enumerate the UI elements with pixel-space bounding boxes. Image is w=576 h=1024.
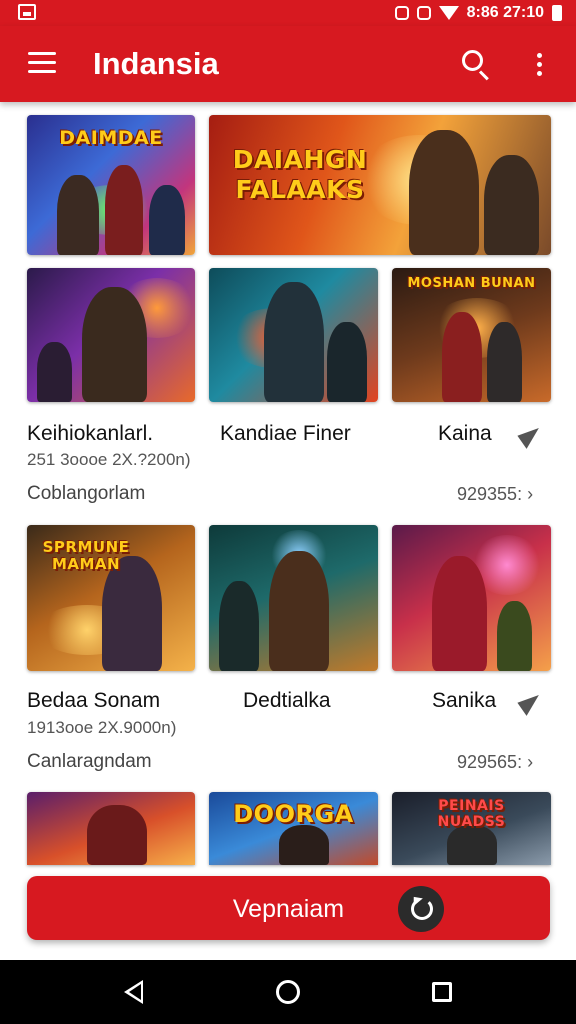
item-title[interactable]: Sanika [432,689,496,713]
item-count[interactable]: 929565: › [457,752,533,773]
status-bar: 8:86 27:10 [0,0,576,26]
item-title[interactable]: Kaina [438,422,492,446]
search-icon[interactable] [462,50,492,81]
tile-logo: DAIMDAE [59,127,163,149]
item-footer: Coblangorlam [27,483,146,504]
game-tile[interactable] [27,268,195,402]
game-tile[interactable] [209,268,378,402]
status-icons: 8:86 27:10 [394,3,562,23]
app-bar: Indansia [0,26,576,102]
chevron-right-icon: › [527,752,534,772]
count-value: 929355: [457,484,523,504]
game-tile[interactable]: MOSHAN BUNAN [392,268,551,402]
recents-icon[interactable] [432,982,452,1002]
game-tile[interactable]: DOORGA [209,792,378,865]
menu-icon[interactable] [28,52,56,74]
share-icon[interactable] [518,689,544,711]
tile-logo: SPRMUNE MAMAN [42,538,130,573]
item-meta: 1913ooe 2X.9000n) [27,718,177,737]
tile-logo: DAIAHGN FALAAKS [232,145,368,204]
game-tile[interactable] [209,525,378,671]
alarm-icon [416,6,431,20]
system-nav-bar [0,960,576,1024]
vibrate-icon [394,6,409,20]
item-meta: 251 3oooe 2X.?200n) [27,450,191,469]
tile-logo: PEINAIS NUADSS [437,798,506,830]
refresh-icon[interactable] [398,886,444,932]
more-options-icon[interactable] [530,50,550,80]
game-tile[interactable]: DAIAHGN FALAAKS [209,115,551,255]
game-tile[interactable]: PEINAIS NUADSS [392,792,551,865]
app-title: Indansia [93,46,219,81]
item-title[interactable]: Keihiokanlarl. [27,422,153,446]
game-tile[interactable]: DAIMDAE [27,115,195,255]
game-tile[interactable] [392,525,551,671]
app-notification-icon [18,4,36,20]
item-footer: Canlaragndam [27,751,152,772]
primary-action-label: Vepnaiam [232,895,345,923]
status-time: 8:86 27:10 [466,4,544,21]
back-icon[interactable] [124,980,143,1004]
primary-action-button[interactable]: Vepnaiam [27,876,550,940]
item-title[interactable]: Dedtialka [243,689,331,713]
chevron-right-icon: › [527,484,534,504]
game-tile[interactable]: SPRMUNE MAMAN [27,525,195,671]
share-icon[interactable] [518,422,544,444]
item-count[interactable]: 929355: › [457,484,533,505]
battery-icon [552,5,562,21]
item-title[interactable]: Bedaa Sonam [27,689,160,713]
home-icon[interactable] [276,980,300,1004]
count-value: 929565: [457,752,523,772]
tile-logo: DOORGA [233,800,354,828]
game-tile[interactable] [27,792,195,865]
item-title[interactable]: Kandiae Finer [220,422,351,446]
tile-logo: MOSHAN BUNAN [407,276,536,291]
wifi-icon [438,6,459,20]
